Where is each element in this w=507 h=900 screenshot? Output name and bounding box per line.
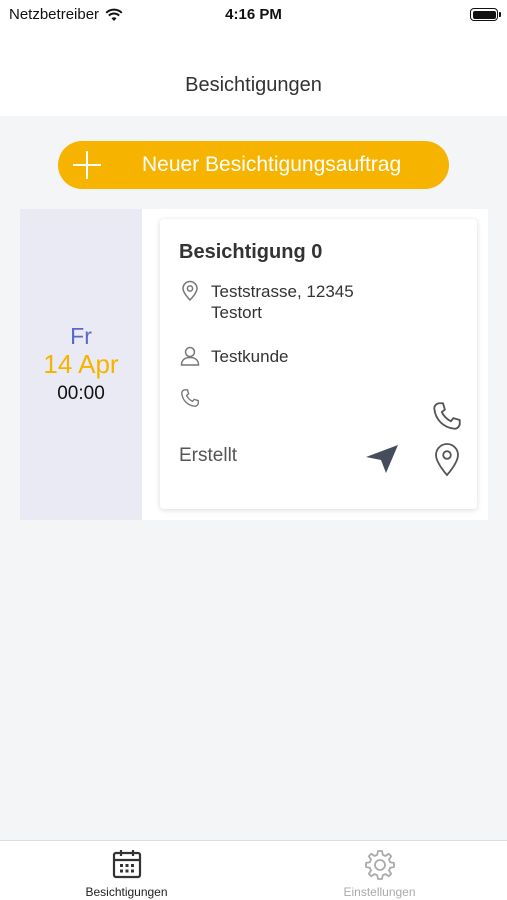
- tab-einstellungen[interactable]: Einstellungen: [253, 841, 506, 900]
- appointment-date: 14 Apr: [43, 349, 119, 379]
- appointment-date-column: Fr 14 Apr 00:00: [20, 209, 142, 520]
- location-pin-icon: [182, 280, 198, 302]
- appointments-list[interactable]: Neuer Besichtigungsauftrag Fr 14 Apr 00:…: [0, 116, 507, 840]
- appointment-row[interactable]: Fr 14 Apr 00:00 Besichtigung 0 Teststras…: [20, 209, 488, 520]
- tab-besichtigungen[interactable]: Besichtigungen: [0, 841, 253, 900]
- appointment-status: Erstellt: [179, 445, 238, 466]
- tab-bar: Besichtigungen Einstellungen: [0, 840, 507, 900]
- calendar-icon: [112, 850, 142, 879]
- appointment-weekday: Fr: [70, 323, 92, 349]
- person-icon: [180, 346, 200, 366]
- phone-icon: [181, 389, 199, 407]
- tab-einstellungen-label: Einstellungen: [343, 885, 416, 899]
- appointment-card[interactable]: Besichtigung 0 Teststrasse, 12345 Testor…: [160, 219, 477, 509]
- new-inspection-label: Neuer Besichtigungsauftrag: [142, 153, 402, 176]
- plus-icon: [73, 151, 101, 179]
- page-title: Besichtigungen: [185, 74, 322, 96]
- new-inspection-button[interactable]: Neuer Besichtigungsauftrag: [58, 141, 449, 189]
- appointment-customer: Testkunde: [211, 347, 289, 366]
- navigation-bar: Besichtigungen: [0, 30, 507, 116]
- appointment-title: Besichtigung 0: [179, 241, 323, 263]
- map-pin-button-icon[interactable]: [433, 443, 461, 477]
- appointment-time: 00:00: [57, 383, 105, 404]
- address-line-2: Testort: [211, 303, 263, 322]
- tab-besichtigungen-label: Besichtigungen: [85, 885, 168, 899]
- status-bar: Netzbetreiber 4:16 PM: [0, 0, 507, 30]
- address-line-1: Teststrasse, 12345: [211, 282, 354, 301]
- appointment-address: Teststrasse, 12345 Testort: [211, 281, 354, 323]
- call-button-icon[interactable]: [430, 399, 464, 433]
- battery-icon: [470, 8, 501, 21]
- navigate-arrow-icon[interactable]: [364, 443, 400, 475]
- gear-icon: [365, 850, 395, 880]
- status-time: 4:16 PM: [225, 6, 282, 23]
